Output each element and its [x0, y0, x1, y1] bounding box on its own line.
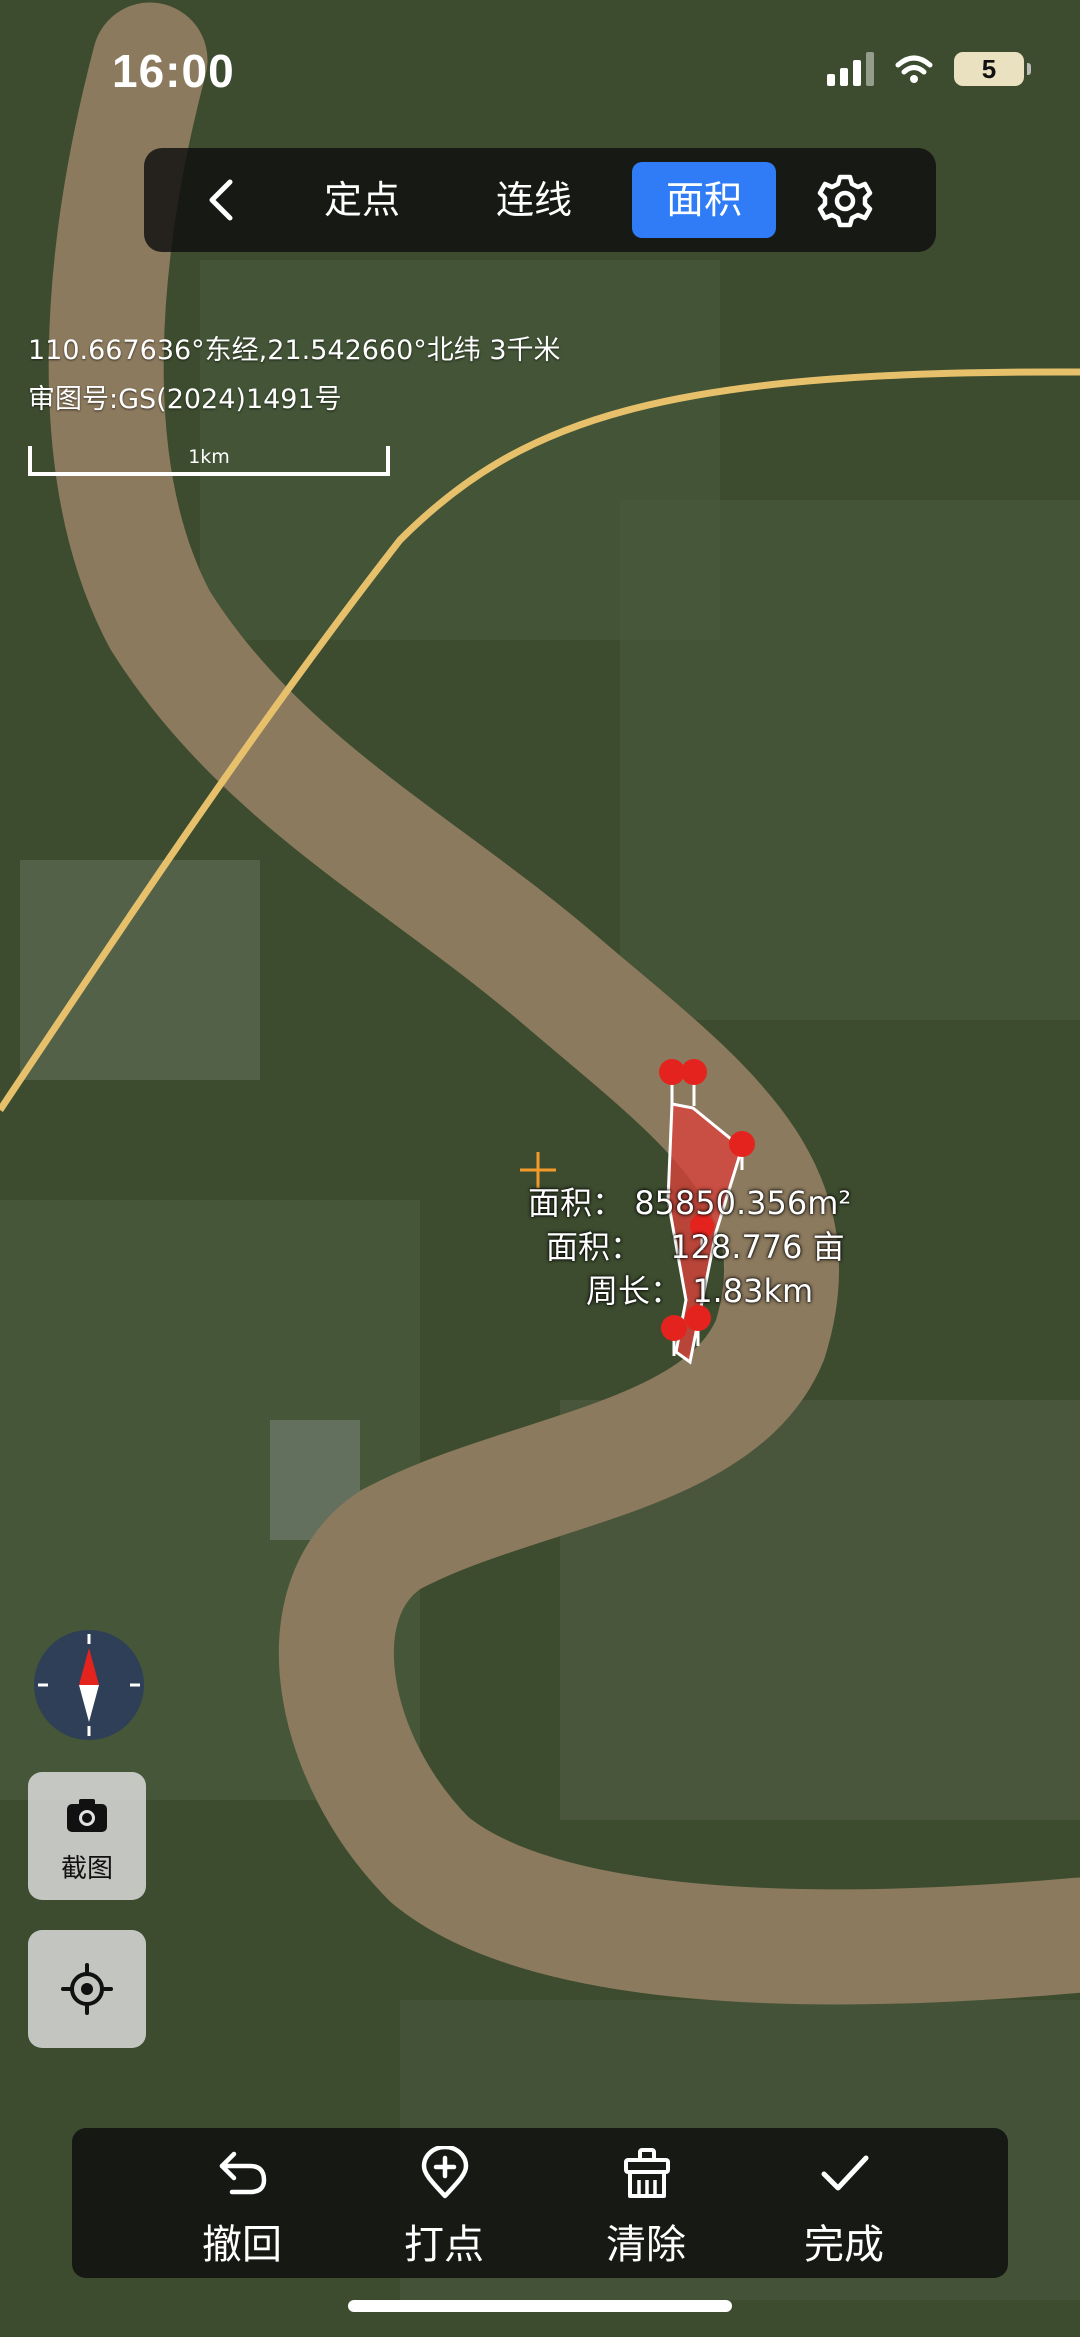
bottom-toolbar: 撤回 打点 清除 完成 [72, 2128, 1008, 2278]
area-sqm-value: 85850.356m² [634, 1184, 852, 1222]
scale-label: 1km [188, 446, 230, 468]
map-review-number: 审图号:GS(2024)1491号 [28, 384, 342, 415]
battery-indicator: 5 [954, 52, 1031, 86]
gear-icon[interactable] [816, 172, 874, 230]
status-icons: 5 [827, 52, 1031, 86]
perimeter-readout: 周长： 1.83km [586, 1266, 813, 1312]
status-time: 16:00 [112, 45, 235, 97]
perimeter-value: 1.83km [692, 1272, 814, 1310]
undo-icon [219, 2151, 267, 2195]
tab-point[interactable]: 定点 [304, 162, 420, 238]
screenshot-button[interactable]: 截图 [28, 1772, 146, 1900]
check-icon [821, 2155, 869, 2191]
coordinates-text: 110.667636°东经,21.542660°北纬 3千米 [28, 335, 561, 366]
add-point-label: 打点 [404, 2222, 484, 2268]
area-mu-label: 面积： [546, 1228, 643, 1266]
done-button[interactable]: 完成 [774, 2142, 914, 2272]
status-bar: 16:00 5 [0, 0, 1080, 140]
clear-label: 清除 [606, 2222, 686, 2268]
clear-button[interactable]: 清除 [576, 2142, 716, 2272]
undo-label: 撤回 [202, 2222, 282, 2268]
clear-icon [624, 2148, 670, 2198]
camera-icon [67, 1799, 107, 1832]
add-point-icon [421, 2146, 469, 2199]
locate-button[interactable] [28, 1930, 146, 2048]
tab-area[interactable]: 面积 [632, 162, 776, 238]
mode-toolbar: 定点 连线 面积 [144, 148, 936, 252]
undo-button[interactable]: 撤回 [172, 2142, 312, 2272]
area-mu-value: 128.776 亩 [670, 1228, 845, 1266]
area-sqm-readout: 面积： 85850.356m² [528, 1178, 851, 1224]
perimeter-label: 周长： [586, 1272, 683, 1310]
area-mu-readout: 面积： 128.776 亩 [546, 1222, 845, 1268]
back-chevron-icon[interactable] [198, 176, 246, 224]
done-label: 完成 [804, 2222, 884, 2268]
wifi-icon [895, 55, 933, 83]
area-sqm-label: 面积： [528, 1184, 625, 1222]
locate-icon [61, 1963, 113, 2015]
tab-line[interactable]: 连线 [476, 162, 592, 238]
scale-bar: 1km [28, 446, 390, 476]
cellular-signal-icon [827, 52, 874, 86]
compass-icon[interactable] [32, 1628, 146, 1742]
screenshot-label: 截图 [60, 1854, 113, 1884]
home-indicator[interactable] [348, 2300, 732, 2312]
add-point-button[interactable]: 打点 [374, 2142, 514, 2272]
